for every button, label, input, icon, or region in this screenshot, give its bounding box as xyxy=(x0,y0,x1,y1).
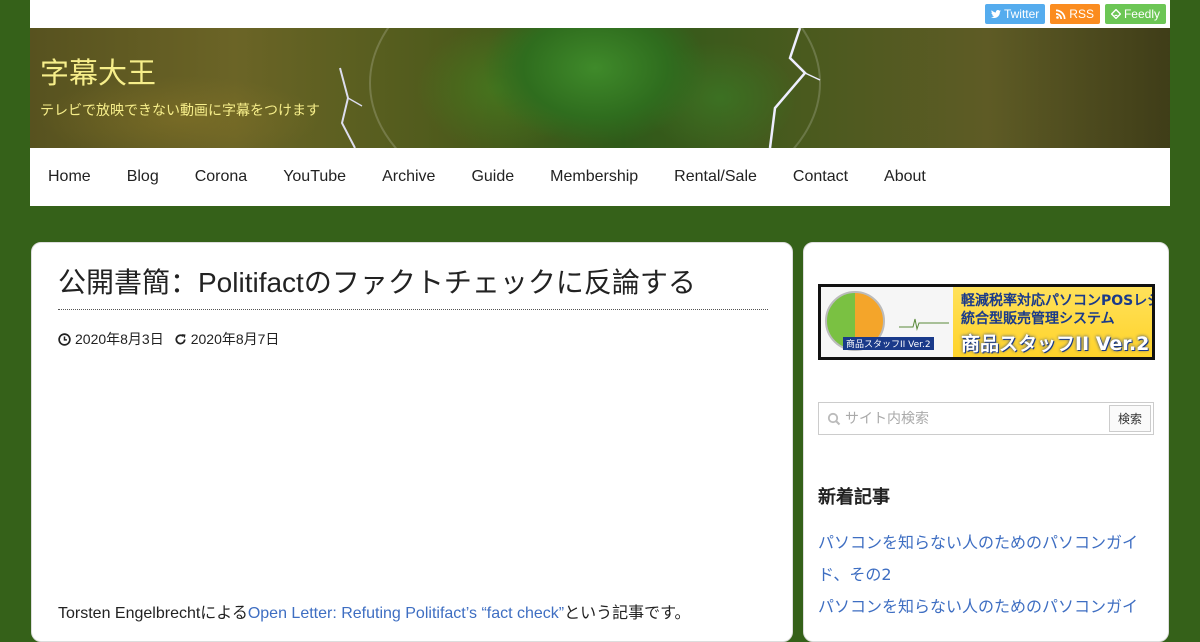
twitter-button[interactable]: Twitter xyxy=(984,4,1046,24)
site-search: 検索 xyxy=(818,402,1154,435)
nav-rental-sale[interactable]: Rental/Sale xyxy=(656,148,775,206)
rss-icon xyxy=(1056,9,1066,19)
rss-button[interactable]: RSS xyxy=(1050,4,1100,24)
search-icon xyxy=(827,412,841,426)
source-article-link[interactable]: Open Letter: Refuting Politifact’s “fact… xyxy=(248,605,564,622)
article-intro: Torsten EngelbrechtによるOpen Letter: Refut… xyxy=(58,599,691,623)
nav-youtube[interactable]: YouTube xyxy=(265,148,364,206)
product-banner[interactable]: 商品スタッフII Ver.2 軽減税率対応パソコンPOSレジ 統合型販売管理シス… xyxy=(818,284,1155,360)
feedly-button[interactable]: Feedly xyxy=(1104,4,1166,24)
search-button[interactable]: 検索 xyxy=(1109,405,1151,432)
feedly-icon xyxy=(1110,9,1121,19)
recent-posts-heading: 新着記事 xyxy=(818,487,890,508)
header-background-image xyxy=(339,28,821,148)
title-divider xyxy=(58,309,768,310)
top-bar: Twitter RSS Feedly xyxy=(30,0,1170,28)
social-buttons: Twitter RSS Feedly xyxy=(984,4,1166,24)
recent-post-link[interactable]: パソコンを知らない人のためのパソコンガイド、その2 xyxy=(818,527,1154,591)
nav-membership[interactable]: Membership xyxy=(532,148,656,206)
nav-guide[interactable]: Guide xyxy=(453,148,532,206)
published-date: 2020年8月3日 xyxy=(75,331,164,347)
nav-contact[interactable]: Contact xyxy=(775,148,866,206)
sidebar: 商品スタッフII Ver.2 軽減税率対応パソコンPOSレジ 統合型販売管理シス… xyxy=(803,242,1169,642)
banner-line-1: 軽減税率対応パソコンPOSレジ xyxy=(961,293,1155,309)
twitter-label: Twitter xyxy=(1003,7,1040,21)
search-input[interactable] xyxy=(845,407,1105,430)
article-dates: 2020年8月3日 2020年8月7日 xyxy=(58,329,279,349)
recent-post-link[interactable]: パソコンを知らない人のためのパソコンガイ xyxy=(818,591,1154,623)
nav-about[interactable]: About xyxy=(866,148,944,206)
updated-date: 2020年8月7日 xyxy=(190,331,280,347)
site-title[interactable]: 字幕大王 xyxy=(40,50,156,92)
rss-label: RSS xyxy=(1069,7,1094,21)
nav-archive[interactable]: Archive xyxy=(364,148,453,206)
main-nav: Home Blog Corona YouTube Archive Guide M… xyxy=(30,148,1170,206)
recent-posts-list: パソコンを知らない人のためのパソコンガイド、その2 パソコンを知らない人のための… xyxy=(818,527,1154,623)
twitter-icon xyxy=(990,10,1001,18)
clock-icon xyxy=(58,332,71,346)
waveform-icon xyxy=(899,318,949,331)
banner-line-2: 統合型販売管理システム xyxy=(961,311,1115,327)
intro-prefix: Torsten Engelbrechtによる xyxy=(58,605,248,622)
feedly-label: Feedly xyxy=(1123,7,1160,21)
intro-suffix: という記事です。 xyxy=(564,605,691,622)
site-description: テレビで放映できない動画に字幕をつけます xyxy=(40,103,320,119)
article-title: 公開書簡：Politifactのファクトチェックに反論する xyxy=(58,267,696,298)
refresh-icon xyxy=(175,333,186,344)
site-header: 字幕大王 テレビで放映できない動画に字幕をつけます xyxy=(30,28,1170,148)
nav-home[interactable]: Home xyxy=(30,148,109,206)
article-card: 公開書簡：Politifactのファクトチェックに反論する 2020年8月3日 … xyxy=(31,242,793,642)
nav-blog[interactable]: Blog xyxy=(109,148,177,206)
banner-product-name: 商品スタッフII Ver.2 xyxy=(961,333,1150,355)
nav-corona[interactable]: Corona xyxy=(177,148,265,206)
banner-badge: 商品スタッフII Ver.2 xyxy=(843,337,934,350)
